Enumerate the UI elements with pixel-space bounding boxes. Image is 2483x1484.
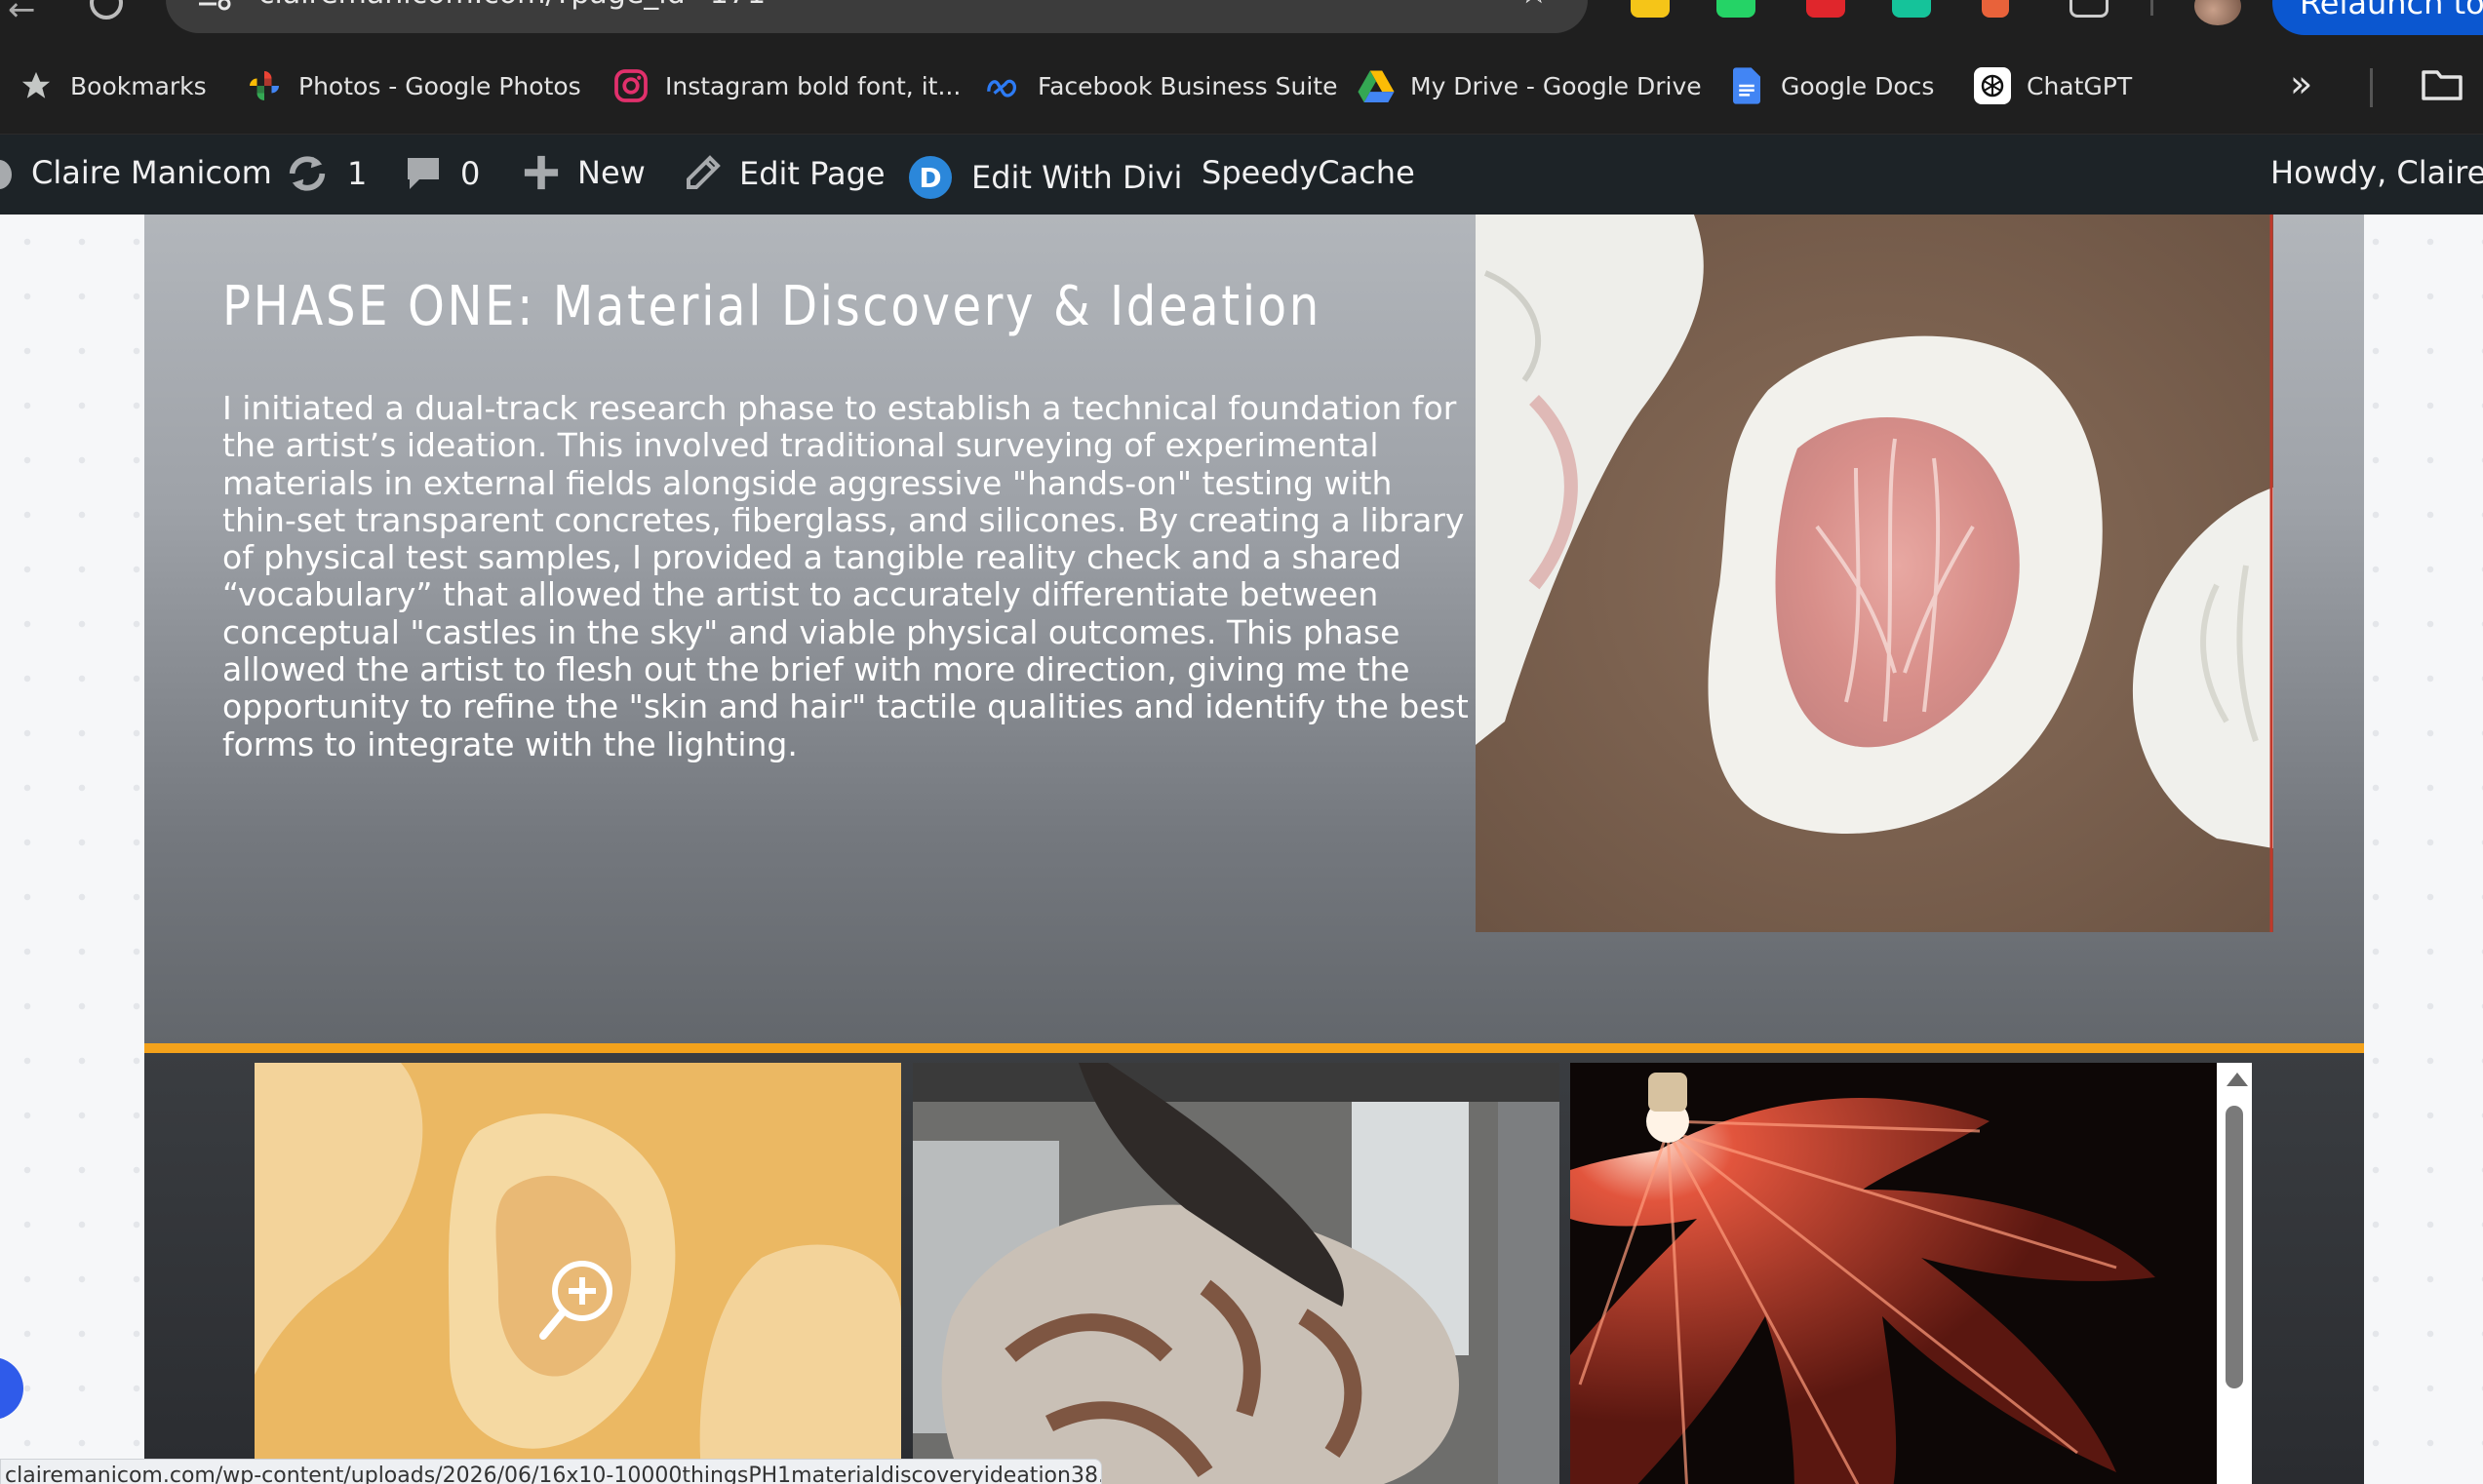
- extension-pin-icon[interactable]: [1982, 0, 2009, 18]
- admin-new[interactable]: New: [523, 154, 646, 191]
- admin-site-name[interactable]: Claire Manicom: [31, 154, 272, 191]
- relaunch-button[interactable]: Relaunch to: [2272, 0, 2483, 35]
- admin-edit-with-divi[interactable]: D Edit With Divi: [907, 154, 1182, 201]
- meta-icon: [985, 67, 1022, 104]
- gallery-image-illuminated-leaf[interactable]: [1570, 1063, 2217, 1484]
- pencil-icon: [683, 154, 722, 193]
- google-drive-icon: [1358, 67, 1395, 104]
- comments-icon: [404, 154, 443, 193]
- bookmark-google-drive[interactable]: My Drive - Google Drive: [1358, 64, 1702, 107]
- scrollbar-thumb[interactable]: [2226, 1106, 2243, 1388]
- bookmark-label: Instagram bold font, it...: [665, 71, 962, 100]
- google-docs-icon: [1728, 67, 1765, 104]
- scroll-up-arrow-icon[interactable]: [2227, 1073, 2248, 1086]
- bookmark-label: Bookmarks: [70, 71, 207, 100]
- instagram-icon: [612, 67, 650, 104]
- url-text[interactable]: clairemanicom.com/?page_id=171: [258, 0, 766, 11]
- zoom-in-icon[interactable]: [537, 1258, 615, 1346]
- address-bar[interactable]: clairemanicom.com/?page_id=171 ☆: [166, 0, 1588, 33]
- gallery-image-translucent-sample[interactable]: [913, 1063, 1559, 1484]
- bookmarks-divider: [2370, 68, 2373, 107]
- divi-icon: D: [907, 154, 954, 201]
- extension-whatsapp-icon[interactable]: [1716, 0, 1755, 18]
- admin-speedycache[interactable]: SpeedyCache: [1202, 154, 1415, 191]
- extension-record-icon[interactable]: [1806, 0, 1845, 18]
- bookmarks-bar: Bookmarks Photos - Google Photos Instagr…: [0, 43, 2483, 135]
- gallery-image-plaster-samples[interactable]: [255, 1063, 901, 1484]
- chevrons-right-icon[interactable]: »: [2290, 62, 2312, 105]
- gallery-scrollbar[interactable]: [2217, 1063, 2252, 1484]
- bookmark-label: Photos - Google Photos: [298, 71, 581, 100]
- wp-admin-bar: Claire Manicom 1 0 New Edit Page D Edit …: [0, 135, 2483, 215]
- bookmark-label: Facebook Business Suite: [1038, 71, 1338, 100]
- bookmark-chatgpt[interactable]: ChatGPT: [1974, 64, 2132, 107]
- bookmark-facebook-business[interactable]: Facebook Business Suite: [985, 64, 1337, 107]
- edit-page-label: Edit Page: [739, 155, 886, 192]
- google-photos-icon: [246, 67, 283, 104]
- updates-icon: [285, 154, 330, 193]
- folder-icon[interactable]: [2421, 66, 2463, 101]
- bookmark-google-docs[interactable]: Google Docs: [1728, 64, 1934, 107]
- bookmark-label: My Drive - Google Drive: [1410, 71, 1702, 100]
- gallery-strip: [144, 1043, 2364, 1484]
- admin-edit-page[interactable]: Edit Page: [683, 154, 886, 193]
- section-body-text: I initiated a dual-track research phase …: [222, 389, 1469, 763]
- extension-grammarly-icon[interactable]: [1892, 0, 1931, 18]
- comments-count: 0: [460, 155, 481, 192]
- site-name-label: Claire Manicom: [31, 154, 272, 191]
- howdy-label: Howdy, ClaireM: [2270, 154, 2483, 191]
- site-info-icon[interactable]: [195, 0, 234, 12]
- browser-toolbar: ← clairemanicom.com/?page_id=171 ☆ Relau…: [0, 0, 2483, 43]
- admin-comments[interactable]: 0: [404, 154, 480, 193]
- toolbar-divider: [2150, 0, 2153, 16]
- new-label: New: [577, 154, 646, 191]
- speedycache-label: SpeedyCache: [1202, 154, 1415, 191]
- bookmark-label: ChatGPT: [2027, 71, 2133, 100]
- admin-updates[interactable]: 1: [285, 154, 367, 193]
- chatgpt-icon: [1974, 67, 2011, 104]
- back-icon[interactable]: ←: [8, 0, 36, 29]
- reload-icon[interactable]: [90, 0, 123, 20]
- section-title: PHASE ONE: Material Discovery & Ideation: [222, 275, 1321, 338]
- bookmark-label: Google Docs: [1781, 71, 1935, 100]
- plus-icon: [523, 154, 560, 191]
- edit-divi-label: Edit With Divi: [971, 159, 1183, 196]
- profile-avatar[interactable]: [2194, 0, 2241, 25]
- bookmark-bookmarks[interactable]: Bookmarks: [18, 64, 207, 107]
- wordpress-icon[interactable]: [0, 160, 12, 189]
- content-column: PHASE ONE: Material Discovery & Ideation…: [144, 215, 2364, 1484]
- updates-count: 1: [347, 155, 368, 192]
- admin-account[interactable]: Howdy, ClaireM: [2270, 154, 2483, 191]
- bookmark-google-photos[interactable]: Photos - Google Photos: [246, 64, 581, 107]
- material-samples-photo: [1476, 215, 2273, 932]
- svg-text:D: D: [919, 162, 941, 194]
- extension-notes-icon[interactable]: [1631, 0, 1670, 18]
- extensions-puzzle-icon[interactable]: [2069, 0, 2109, 18]
- phase-one-section: PHASE ONE: Material Discovery & Ideation…: [144, 215, 2364, 1043]
- bookmark-instagram[interactable]: Instagram bold font, it...: [612, 64, 961, 107]
- link-status-bar: clairemanicom.com/wp-content/uploads/202…: [0, 1459, 1102, 1484]
- bookmark-star-icon[interactable]: ☆: [1519, 0, 1549, 12]
- star-icon: [18, 67, 55, 104]
